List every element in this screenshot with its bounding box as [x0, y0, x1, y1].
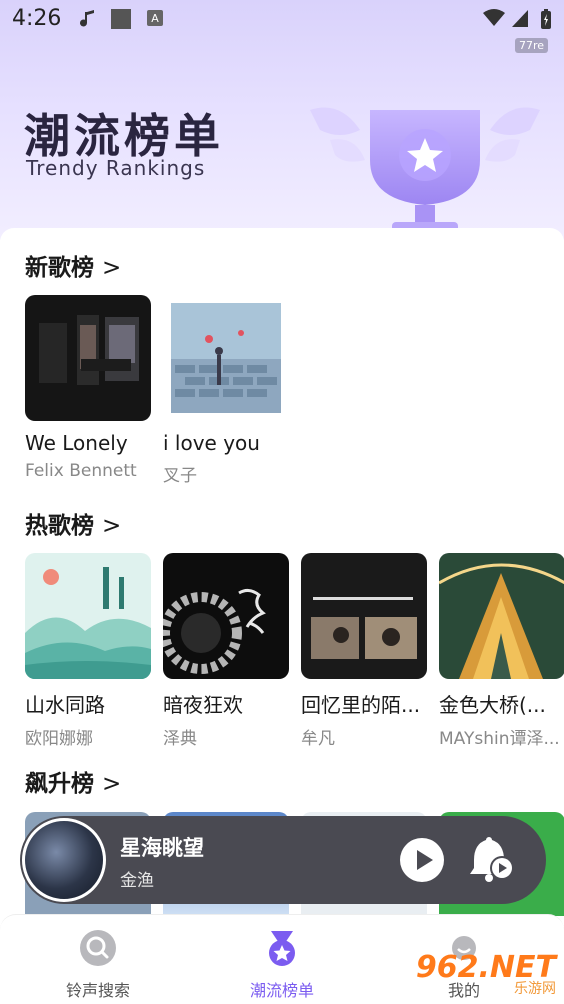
song-title: We Lonely: [25, 431, 128, 455]
section-title: 新歌榜: [25, 255, 94, 281]
song-card-huiyi[interactable]: 回忆里的陌... 牟凡: [301, 553, 427, 749]
hero-banner: 4:26 A 77re 潮流榜单 Trendy Rankings: [0, 0, 564, 240]
song-title: i love you: [163, 431, 260, 455]
tab-label: 铃声搜索: [65, 981, 130, 1000]
tab-ringtone-search[interactable]: 铃声搜索: [28, 929, 168, 1001]
section-hot-songs-header[interactable]: 热歌榜 >: [25, 506, 121, 540]
song-artist: 欧阳娜娜: [25, 729, 93, 749]
song-artist: 叉子: [163, 466, 197, 486]
section-new-songs-header[interactable]: 新歌榜 >: [25, 248, 121, 282]
wifi-icon: [482, 8, 506, 32]
song-title: 金色大桥(...: [439, 693, 546, 717]
song-title: 山水同路: [25, 693, 105, 717]
song-card-anye[interactable]: 暗夜狂欢 泽典: [163, 553, 289, 749]
song-card-i-love-you[interactable]: i love you 叉子: [163, 295, 289, 486]
music-note-icon: [78, 8, 100, 34]
now-playing-title: 星海眺望: [120, 836, 204, 860]
play-button[interactable]: [400, 838, 444, 882]
album-cover: [163, 295, 289, 421]
album-cover: [25, 553, 151, 679]
mini-player[interactable]: 星海眺望 金渔: [20, 816, 546, 904]
a-badge-icon: A: [146, 8, 164, 32]
network-speed-badge: 77re: [514, 38, 548, 53]
medal-icon: [269, 931, 295, 966]
section-rising-header[interactable]: 飙升榜 >: [25, 764, 121, 798]
chevron-right-icon: >: [102, 255, 122, 281]
svg-text:A: A: [151, 12, 159, 25]
section-title: 飙升榜: [25, 771, 94, 797]
page-subtitle: Trendy Rankings: [26, 156, 206, 180]
song-artist: 牟凡: [301, 729, 335, 749]
album-cover: [439, 553, 564, 679]
tab-label: 潮流榜单: [249, 981, 314, 1000]
song-title: 暗夜狂欢: [163, 693, 243, 717]
square-icon: [110, 8, 132, 34]
play-icon: [417, 850, 433, 870]
status-bar: 4:26 A 77re: [0, 0, 564, 53]
song-card-jinse[interactable]: 金色大桥(... MAYshin谭泽...: [439, 553, 564, 749]
battery-icon: [540, 8, 552, 34]
now-playing-cover[interactable]: [22, 818, 106, 902]
tab-trendy-rankings[interactable]: 潮流榜单: [212, 929, 352, 1001]
album-cover: [301, 553, 427, 679]
album-cover: [163, 553, 289, 679]
chevron-right-icon: >: [102, 771, 122, 797]
chevron-right-icon: >: [102, 513, 122, 539]
trophy-icon: [300, 70, 550, 244]
song-card-shanshui[interactable]: 山水同路 欧阳娜娜: [25, 553, 151, 749]
now-playing-artist: 金渔: [120, 871, 154, 891]
bell-icon: [470, 837, 514, 882]
status-time: 4:26: [12, 6, 62, 31]
song-artist: MAYshin谭泽...: [439, 729, 560, 749]
watermark-text: 乐游网: [514, 981, 556, 997]
song-artist: Felix Bennett: [25, 461, 137, 481]
album-cover: [25, 295, 151, 421]
song-title: 回忆里的陌...: [301, 693, 421, 717]
song-artist: 泽典: [163, 729, 197, 749]
signal-icon: [510, 8, 530, 32]
song-card-we-lonely[interactable]: We Lonely Felix Bennett: [25, 295, 151, 481]
search-icon: [80, 930, 116, 966]
section-title: 热歌榜: [25, 513, 94, 539]
set-ringtone-button[interactable]: [466, 836, 518, 888]
